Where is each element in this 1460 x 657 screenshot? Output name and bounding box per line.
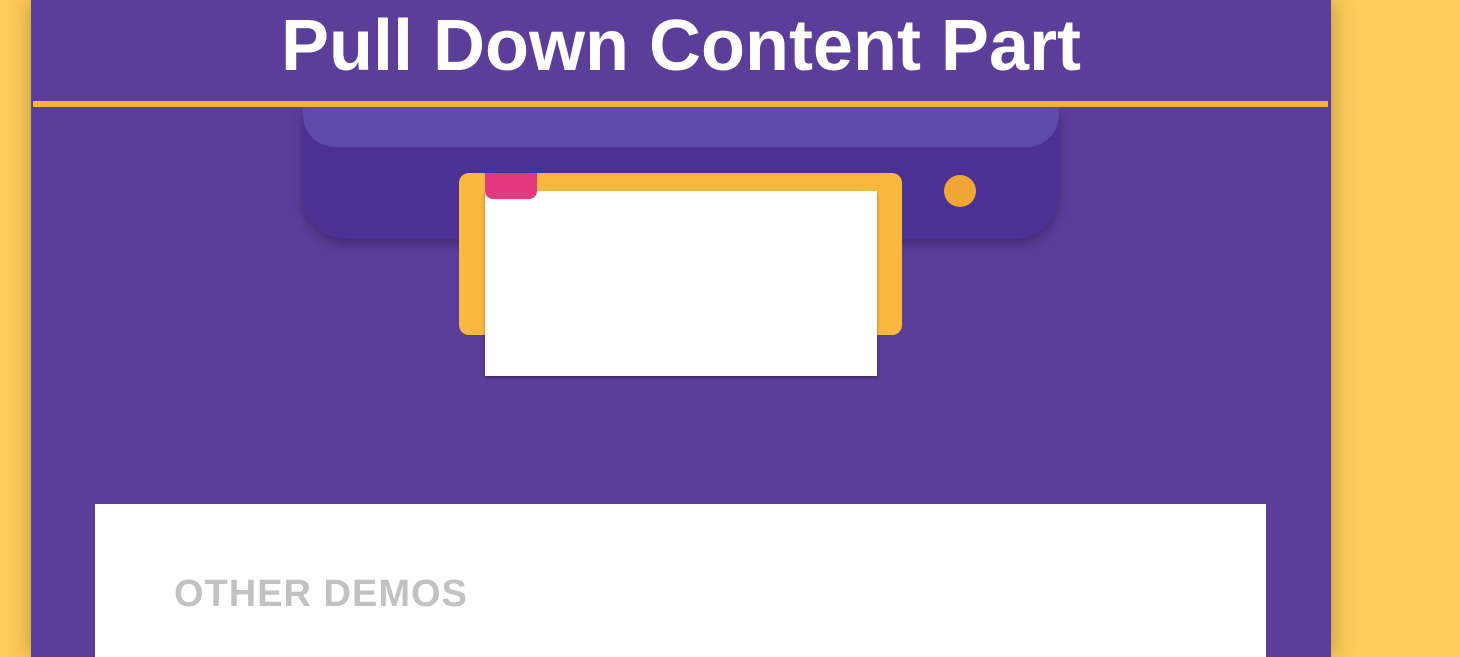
paper-tab-icon <box>485 173 537 199</box>
page-title: Pull Down Content Part <box>281 6 1081 87</box>
paper-icon <box>485 191 877 376</box>
page-background: Pull Down Content Part OTHER DEMOS <box>0 0 1460 657</box>
other-demos-card: OTHER DEMOS <box>95 504 1266 657</box>
content-panel: Pull Down Content Part OTHER DEMOS <box>31 0 1331 657</box>
other-demos-heading: OTHER DEMOS <box>174 573 468 615</box>
status-light-icon <box>944 175 976 207</box>
printer-top-icon <box>303 107 1059 147</box>
